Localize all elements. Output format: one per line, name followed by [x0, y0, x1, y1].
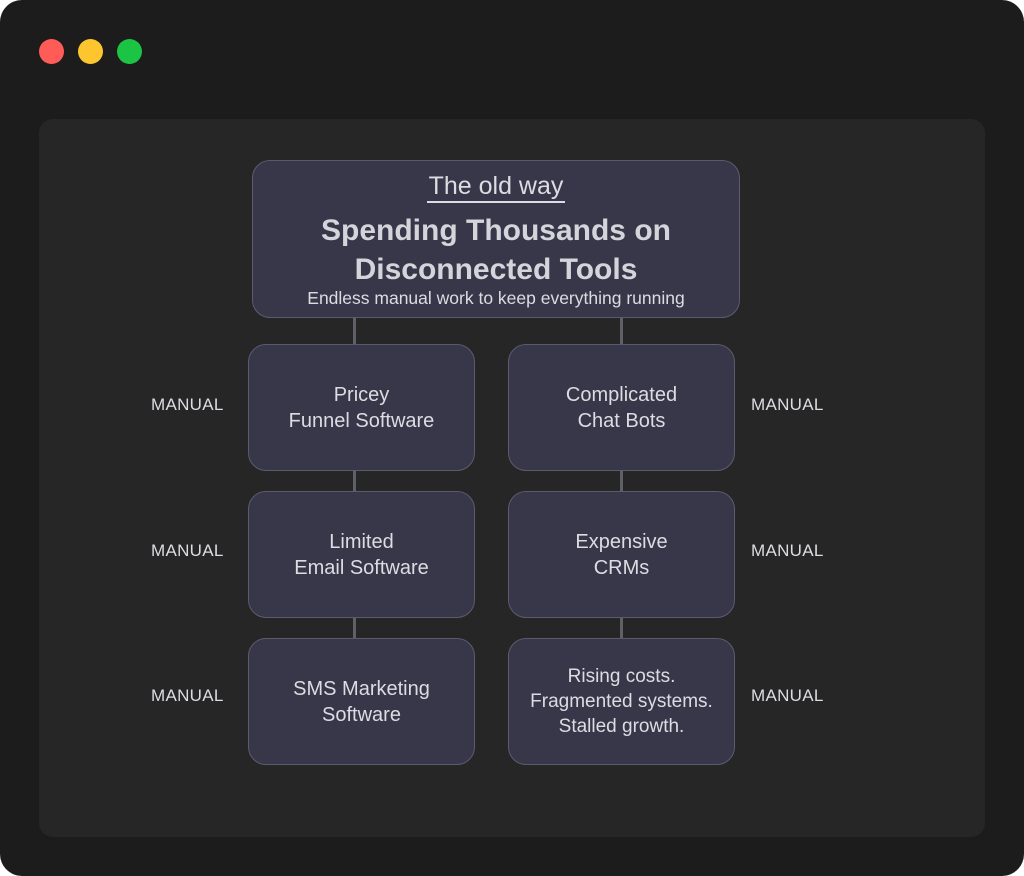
headline: Spending Thousands on Disconnected Tools: [321, 214, 671, 286]
manual-tag-right-2: MANUAL: [751, 541, 824, 560]
manual-tag-left-2: MANUAL: [151, 541, 224, 560]
manual-tag-right-1: MANUAL: [751, 395, 824, 414]
tool-label: Limited Email Software: [294, 530, 429, 579]
subline: Endless manual work to keep everything r…: [307, 288, 685, 308]
manual-tag-left-1: MANUAL: [151, 395, 224, 414]
tool-box-email-software: Limited Email Software: [248, 491, 475, 618]
connector-left-1-2: [353, 470, 356, 492]
summary-label: Rising costs. Fragmented systems. Stalle…: [530, 666, 713, 737]
tool-label: Pricey Funnel Software: [288, 383, 435, 432]
connector-right-1-2: [620, 470, 623, 492]
tool-label: Complicated Chat Bots: [565, 383, 678, 432]
connector-right-2-3: [620, 617, 623, 639]
eyebrow-label: The old way: [426, 171, 566, 203]
connector-left-2-3: [353, 617, 356, 639]
app-window: The old way Spending Thousands on Discon…: [0, 0, 1024, 876]
maximize-window-button[interactable]: [117, 39, 142, 64]
minimize-window-button[interactable]: [78, 39, 103, 64]
tool-box-sms-software: SMS Marketing Software: [248, 638, 475, 765]
manual-tag-right-3: MANUAL: [751, 686, 824, 705]
connector-top-right: [620, 318, 623, 345]
summary-box: Rising costs. Fragmented systems. Stalle…: [508, 638, 735, 765]
tool-box-funnel-software: Pricey Funnel Software: [248, 344, 475, 471]
tool-box-crms: Expensive CRMs: [508, 491, 735, 618]
manual-tag-left-3: MANUAL: [151, 686, 224, 705]
old-way-header-box: The old way Spending Thousands on Discon…: [252, 160, 740, 318]
tool-label: SMS Marketing Software: [293, 677, 430, 726]
connector-top-left: [353, 318, 356, 345]
close-window-button[interactable]: [39, 39, 64, 64]
tool-box-chat-bots: Complicated Chat Bots: [508, 344, 735, 471]
tool-label: Expensive CRMs: [575, 530, 668, 579]
